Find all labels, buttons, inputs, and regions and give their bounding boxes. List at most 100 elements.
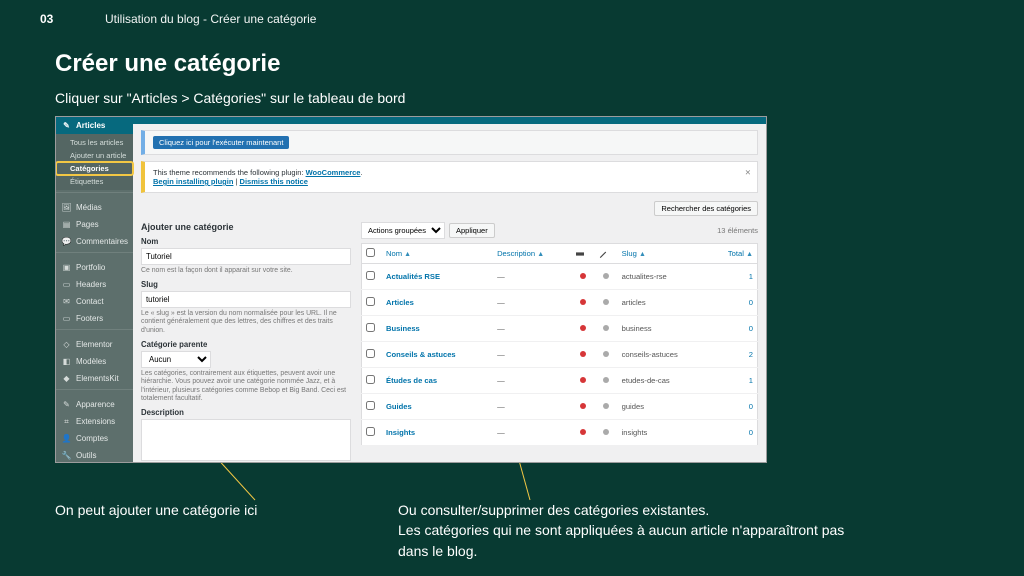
sidebar-item-m-dias[interactable]: 🖼 Médias (56, 199, 133, 216)
table-row: Insights — insights 0 (362, 420, 758, 446)
breadcrumb: Utilisation du blog - Créer une catégori… (105, 12, 316, 26)
sidebar-item-apparence[interactable]: ✎ Apparence (56, 396, 133, 413)
col-slug[interactable]: Slug ▲ (618, 244, 710, 264)
category-description: — (493, 316, 572, 342)
sidebar-item-mod-les[interactable]: ◧ Modèles (56, 353, 133, 370)
sidebar-item-label: Pages (76, 220, 99, 229)
run-now-button[interactable]: Cliquez ici pour l'exécuter maintenant (153, 136, 289, 149)
status-dot-red (580, 429, 586, 435)
category-total-link[interactable]: 0 (749, 324, 753, 333)
description-input[interactable] (141, 419, 351, 461)
status-dot-grey (603, 351, 609, 357)
row-checkbox[interactable] (366, 271, 375, 280)
name-hint: Ce nom est la façon dont il apparait sur… (141, 267, 351, 276)
sidebar-item-outils[interactable]: 🔧 Outils (56, 447, 133, 463)
category-total-link[interactable]: 0 (749, 402, 753, 411)
category-total-link[interactable]: 1 (749, 376, 753, 385)
top-accent-bar (133, 117, 766, 124)
close-icon[interactable]: ✕ (745, 168, 751, 177)
brush-icon: ✎ (62, 400, 71, 409)
category-name-link[interactable]: Guides (386, 402, 412, 411)
foot-icon: ▭ (62, 314, 71, 323)
sidebar-item-label: Apparence (76, 400, 115, 409)
col-lang-indicator[interactable] (572, 244, 595, 264)
parent-select[interactable]: Aucun (141, 351, 211, 368)
status-dot-red (580, 377, 586, 383)
category-slug: insights (618, 420, 710, 446)
category-name-link[interactable]: Actualités RSE (386, 272, 440, 281)
sub-categories[interactable]: Catégories (56, 162, 133, 175)
user-icon: 👤 (62, 434, 71, 443)
screenshot: ✎ Articles Tous les articles Ajouter un … (55, 116, 767, 463)
category-name-link[interactable]: Insights (386, 428, 415, 437)
sidebar-item-articles[interactable]: ✎ Articles (56, 117, 133, 134)
sidebar-item-contact[interactable]: ✉ Contact (56, 293, 133, 310)
plug-icon: ⌗ (62, 417, 71, 426)
wp-main: Cliquez ici pour l'exécuter maintenant T… (133, 117, 766, 462)
status-dot-grey (603, 429, 609, 435)
tmpl-icon: ◧ (62, 357, 71, 366)
category-total-link[interactable]: 1 (749, 272, 753, 281)
category-total-link[interactable]: 2 (749, 350, 753, 359)
sidebar-item-label: Elementor (76, 340, 112, 349)
row-checkbox[interactable] (366, 401, 375, 410)
begin-install-link[interactable]: Begin installing plugin (153, 177, 233, 186)
sidebar-item-commentaires[interactable]: 💬 Commentaires (56, 233, 133, 250)
col-total[interactable]: Total ▲ (709, 244, 757, 264)
row-checkbox[interactable] (366, 427, 375, 436)
caption-left: On peut ajouter une catégorie ici (55, 500, 355, 520)
sub-add-article[interactable]: Ajouter un article (56, 149, 133, 162)
col-name[interactable]: Nom ▲ (382, 244, 493, 264)
col-edit-indicator[interactable] (595, 244, 618, 264)
chat-icon: 💬 (62, 237, 71, 246)
sidebar-item-pages[interactable]: ▤ Pages (56, 216, 133, 233)
category-total-link[interactable]: 0 (749, 298, 753, 307)
sidebar-item-extensions[interactable]: ⌗ Extensions (56, 413, 133, 430)
sidebar-item-label: Extensions (76, 417, 115, 426)
description-label: Description (141, 408, 351, 417)
col-description[interactable]: Description ▲ (493, 244, 572, 264)
category-name-link[interactable]: Business (386, 324, 420, 333)
parent-label: Catégorie parente (141, 340, 351, 349)
sidebar-item-footers[interactable]: ▭ Footers (56, 310, 133, 327)
select-all-checkbox[interactable] (366, 248, 375, 257)
table-row: Business — business 0 (362, 316, 758, 342)
sub-tags[interactable]: Étiquettes (56, 175, 133, 188)
file-icon: ▤ (62, 220, 71, 229)
head-icon: ▭ (62, 280, 71, 289)
sidebar-item-elementor[interactable]: ◇ Elementor (56, 336, 133, 353)
sidebar-item-headers[interactable]: ▭ Headers (56, 276, 133, 293)
row-checkbox[interactable] (366, 375, 375, 384)
sidebar-item-elementskit[interactable]: ◆ ElementsKit (56, 370, 133, 387)
row-checkbox[interactable] (366, 349, 375, 358)
wp-sidebar: ✎ Articles Tous les articles Ajouter un … (56, 117, 133, 462)
sidebar-item-comptes[interactable]: 👤 Comptes (56, 430, 133, 447)
category-name-link[interactable]: Conseils & astuces (386, 350, 456, 359)
sidebar-item-label: Footers (76, 314, 103, 323)
brief-icon: ▣ (62, 263, 71, 272)
slug-label: Slug (141, 280, 351, 289)
category-total-link[interactable]: 0 (749, 428, 753, 437)
row-checkbox[interactable] (366, 297, 375, 306)
category-slug: articles (618, 290, 710, 316)
slug-input[interactable] (141, 291, 351, 308)
category-description: — (493, 368, 572, 394)
plugin-link[interactable]: WooCommerce (306, 168, 361, 177)
category-name-link[interactable]: Articles (386, 298, 414, 307)
status-dot-red (580, 351, 586, 357)
sort-icon: ▲ (746, 251, 753, 258)
status-dot-grey (603, 403, 609, 409)
apply-button[interactable]: Appliquer (449, 223, 495, 238)
sub-all-articles[interactable]: Tous les articles (56, 136, 133, 149)
status-dot-red (580, 273, 586, 279)
sidebar-item-portfolio[interactable]: ▣ Portfolio (56, 259, 133, 276)
search-button[interactable]: Rechercher des catégories (654, 201, 758, 216)
category-name-link[interactable]: Études de cas (386, 376, 437, 385)
category-description: — (493, 394, 572, 420)
slug-hint: Le « slug » est la version du nom normal… (141, 310, 351, 336)
dismiss-link[interactable]: Dismiss this notice (240, 177, 308, 186)
name-input[interactable] (141, 248, 351, 265)
row-checkbox[interactable] (366, 323, 375, 332)
category-slug: actualites-rse (618, 264, 710, 290)
bulk-actions-select[interactable]: Actions groupées (361, 222, 445, 239)
